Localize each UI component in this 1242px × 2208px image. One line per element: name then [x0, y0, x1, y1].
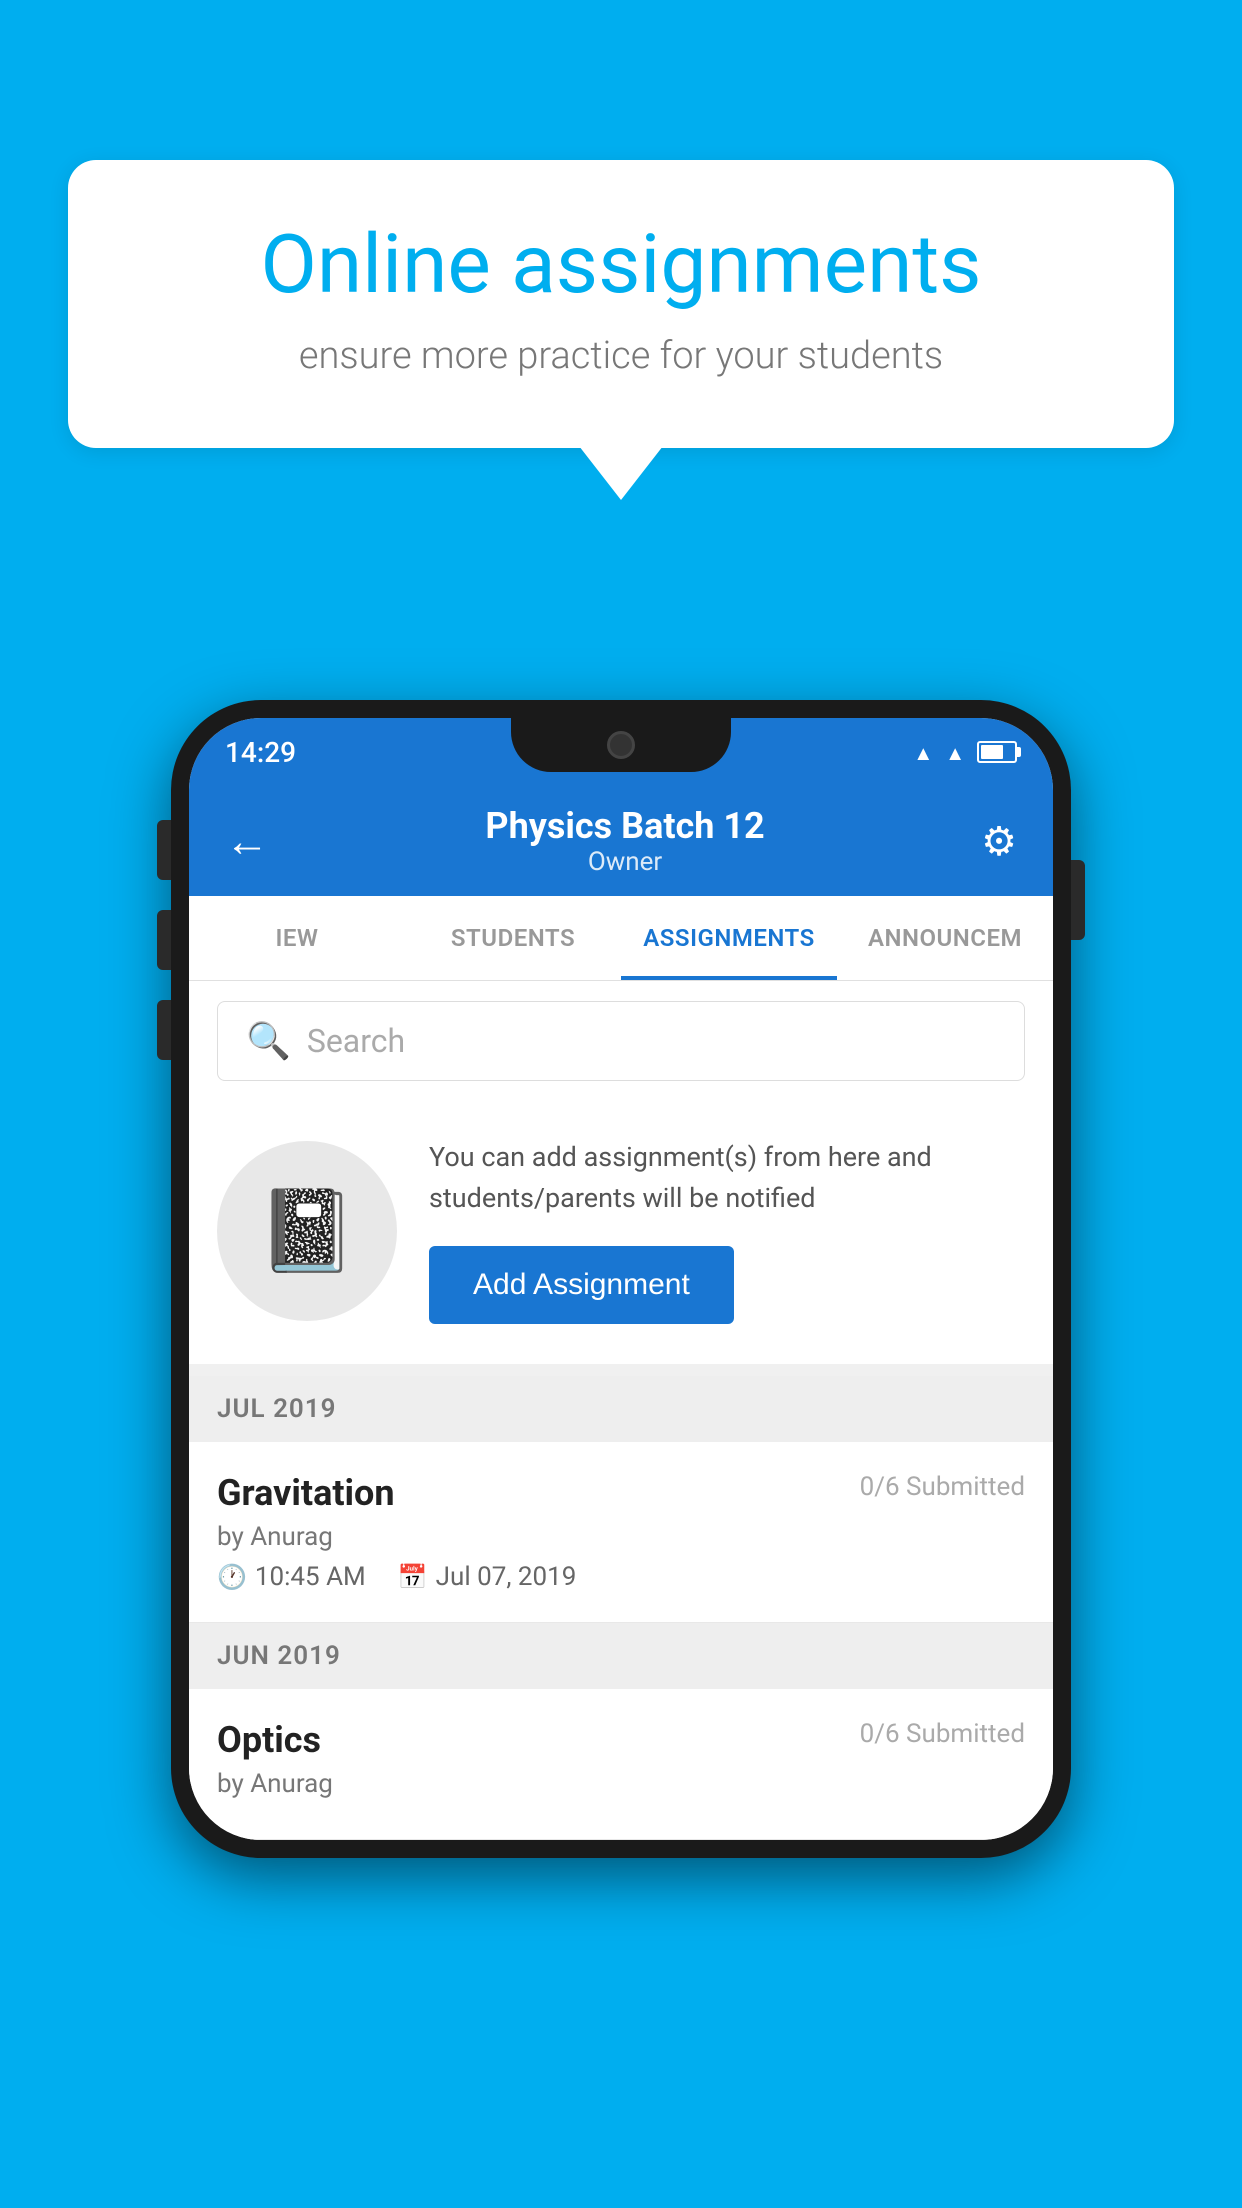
back-button[interactable]: ←: [225, 815, 269, 867]
tab-announcements[interactable]: ANNOUNCEM: [837, 896, 1053, 980]
phone-notch: [511, 718, 731, 772]
info-description: You can add assignment(s) from here and …: [429, 1137, 1025, 1218]
app-bar-title: Physics Batch 12: [485, 805, 764, 847]
add-assignment-button[interactable]: Add Assignment: [429, 1246, 734, 1324]
phone-outer: 14:29 ← Physics Batch 12 Owner ⚙: [171, 700, 1071, 1858]
speech-bubble: Online assignments ensure more practice …: [68, 160, 1174, 448]
phone-wrapper: 14:29 ← Physics Batch 12 Owner ⚙: [171, 700, 1071, 1858]
tab-assignments[interactable]: ASSIGNMENTS: [621, 896, 837, 980]
notebook-icon: 📓: [257, 1184, 357, 1278]
assignment-submitted-optics: 0/6 Submitted: [860, 1719, 1025, 1749]
info-text: You can add assignment(s) from here and …: [429, 1137, 1025, 1324]
assignment-time-value: 10:45 AM: [255, 1562, 366, 1592]
silent-button: [157, 1000, 171, 1060]
info-section: 📓 You can add assignment(s) from here an…: [189, 1101, 1053, 1376]
app-bar-subtitle: Owner: [485, 847, 764, 877]
assignment-item-gravitation[interactable]: Gravitation 0/6 Submitted by Anurag 🕐 10…: [189, 1442, 1053, 1623]
battery-icon: [977, 741, 1017, 763]
bubble-subtitle: ensure more practice for your students: [138, 334, 1104, 378]
assignment-date-value: Jul 07, 2019: [436, 1562, 577, 1592]
assignment-submitted-gravitation: 0/6 Submitted: [860, 1472, 1025, 1502]
assignment-item-optics[interactable]: Optics 0/6 Submitted by Anurag: [189, 1689, 1053, 1840]
speech-bubble-container: Online assignments ensure more practice …: [68, 160, 1174, 448]
calendar-icon: 📅: [398, 1563, 428, 1591]
assignment-time-gravitation: 🕐 10:45 AM: [217, 1562, 366, 1592]
wifi-icon: [913, 738, 933, 766]
settings-icon[interactable]: ⚙: [981, 818, 1017, 865]
assignment-row-optics: Optics 0/6 Submitted: [217, 1719, 1025, 1761]
volume-up-button: [157, 820, 171, 880]
assignment-author-optics: by Anurag: [217, 1769, 1025, 1799]
app-bar-title-group: Physics Batch 12 Owner: [485, 805, 764, 877]
search-container: 🔍 Search: [189, 981, 1053, 1101]
bubble-title: Online assignments: [138, 220, 1104, 310]
signal-icon: [945, 738, 965, 766]
battery-fill: [981, 745, 1003, 759]
assignment-icon-circle: 📓: [217, 1141, 397, 1321]
tab-iew[interactable]: IEW: [189, 896, 405, 980]
assignment-name-optics: Optics: [217, 1719, 321, 1761]
assignment-meta-gravitation: 🕐 10:45 AM 📅 Jul 07, 2019: [217, 1562, 1025, 1592]
assignment-author-gravitation: by Anurag: [217, 1522, 1025, 1552]
app-bar: ← Physics Batch 12 Owner ⚙: [189, 786, 1053, 896]
phone-screen: 14:29 ← Physics Batch 12 Owner ⚙: [189, 718, 1053, 1840]
power-button: [1071, 860, 1085, 940]
section-header-jun: JUN 2019: [189, 1623, 1053, 1689]
clock-icon: 🕐: [217, 1563, 247, 1591]
search-icon: 🔍: [246, 1020, 291, 1062]
status-icons: [913, 738, 1017, 766]
assignment-name-gravitation: Gravitation: [217, 1472, 395, 1514]
tabs-bar: IEW STUDENTS ASSIGNMENTS ANNOUNCEM: [189, 896, 1053, 981]
search-box[interactable]: 🔍 Search: [217, 1001, 1025, 1081]
section-header-jul: JUL 2019: [189, 1376, 1053, 1442]
assignment-row-gravitation: Gravitation 0/6 Submitted: [217, 1472, 1025, 1514]
volume-down-button: [157, 910, 171, 970]
front-camera: [607, 731, 635, 759]
tab-students[interactable]: STUDENTS: [405, 896, 621, 980]
assignment-date-gravitation: 📅 Jul 07, 2019: [398, 1562, 577, 1592]
search-placeholder: Search: [307, 1022, 405, 1060]
status-time: 14:29: [225, 736, 296, 769]
